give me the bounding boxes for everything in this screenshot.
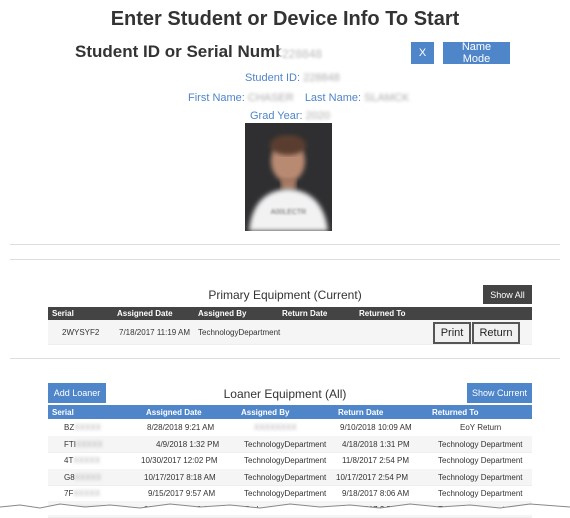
- serial-cell: 7F: [64, 488, 74, 498]
- returned-to-cell: Technology Department: [438, 456, 523, 465]
- divider: [10, 244, 560, 245]
- assigned-by-cell: TechnologyDepartment: [244, 472, 327, 482]
- return-button[interactable]: Return: [472, 322, 520, 344]
- primary-table-header: Serial Assigned Date Assigned By Return …: [48, 307, 532, 320]
- student-photo: A00LECTR: [245, 123, 332, 231]
- print-button[interactable]: Print: [433, 322, 471, 344]
- last-name-value: SLAMCK: [364, 92, 410, 104]
- table-row: 4T XXXXX 10/30/2017 12:02 PM TechnologyDe…: [48, 452, 532, 470]
- table-row: G8 XXXXX 10/17/2017 8:18 AM TechnologyDep…: [48, 469, 532, 486]
- serial-cell: FTI: [64, 439, 76, 449]
- assigned-date-cell: 4/9/2018 1:32 PM: [156, 439, 220, 449]
- return-date-cell: 9/10/2018 10:09 AM: [340, 423, 412, 432]
- grad-year-value: 2020: [305, 110, 331, 122]
- return-date-cell: 4/18/2018 1:31 PM: [342, 439, 410, 449]
- show-all-button[interactable]: Show All: [483, 285, 532, 304]
- assigned-by-cell: TechnologyDepartment: [244, 439, 327, 449]
- assigned-by-cell: XXXXXXXX: [254, 423, 297, 432]
- show-current-button[interactable]: Show Current: [467, 383, 532, 403]
- return-date-cell: 10/17/2017 2:54 PM: [336, 472, 409, 482]
- serial-cell: 2WYSYF2: [62, 327, 100, 337]
- serial-cell: BZ: [64, 423, 75, 432]
- grad-year-label: Grad Year:: [250, 110, 303, 122]
- divider: [10, 358, 560, 359]
- assigned-date-cell: 10/30/2017 12:02 PM: [141, 456, 218, 465]
- first-name-label: First Name:: [188, 92, 245, 104]
- assigned-by-cell: TechnologyDepartment: [244, 456, 327, 465]
- table-row: BZ XXXXX 8/28/2018 9:21 AM XXXXXXXX 9/10/…: [48, 419, 532, 437]
- col-assigned-date: Assigned Date: [117, 309, 173, 318]
- col-return-date: Return Date: [282, 309, 328, 318]
- assigned-date-cell: 7/18/2017 11:19 AM: [119, 327, 191, 337]
- grad-year-row: Grad Year: 2020: [250, 110, 330, 122]
- assigned-date-cell: 10/17/2017 8:18 AM: [144, 472, 216, 482]
- assigned-date-cell: 9/15/2017 9:57 AM: [148, 488, 216, 498]
- search-label: Student ID or Serial Number: [75, 42, 302, 61]
- loaner-table-header: Serial Assigned Date Assigned By Return …: [48, 405, 532, 419]
- table-row: 7F XXXXX 9/15/2017 9:57 AM TechnologyDepa…: [48, 485, 532, 502]
- col-assigned-date: Assigned Date: [146, 407, 202, 417]
- student-name-row: First Name: CHASER Last Name: SLAMCK: [188, 92, 409, 104]
- page-title: Enter Student or Device Info To Start: [110, 8, 460, 30]
- return-date-cell: 11/8/2017 2:54 PM: [342, 456, 410, 465]
- serial-cell: 4T: [64, 456, 74, 465]
- col-assigned-by: Assigned By: [198, 309, 247, 318]
- name-mode-button[interactable]: Name Mode: [443, 41, 510, 65]
- student-id-value: 228848: [303, 72, 340, 84]
- returned-to-cell: Technology Department: [438, 488, 523, 498]
- last-name-label: Last Name:: [304, 92, 362, 104]
- return-date-cell: 9/18/2017 8:06 AM: [342, 488, 410, 498]
- serial-cell: G8: [64, 472, 75, 482]
- col-returned-to: Returned To: [432, 407, 479, 417]
- col-assigned-by: Assigned By: [241, 407, 290, 417]
- clear-button[interactable]: X: [411, 42, 434, 64]
- assigned-by-cell: TechnologyDepartment: [198, 327, 281, 337]
- student-id-row: Student ID: 228848: [245, 72, 340, 84]
- student-id-label: Student ID:: [245, 72, 301, 84]
- first-name-value: CHASER: [247, 92, 294, 104]
- assigned-date-cell: 8/28/2018 9:21 AM: [147, 423, 215, 432]
- col-serial: Serial: [52, 309, 74, 318]
- torn-edge: [0, 503, 570, 515]
- assigned-by-cell: TechnologyDepartment: [244, 488, 327, 498]
- table-row: FTI XXXXX 4/9/2018 1:32 PM TechnologyDepa…: [48, 436, 532, 453]
- search-input[interactable]: [280, 43, 406, 65]
- col-serial: Serial: [52, 407, 74, 417]
- photo-tag: A00LECTR: [270, 209, 307, 216]
- returned-to-cell: Technology Department: [438, 472, 523, 482]
- divider: [10, 259, 560, 260]
- col-returned-to: Returned To: [359, 309, 406, 318]
- col-return-date: Return Date: [338, 407, 384, 417]
- returned-to-cell: Technology Department: [438, 439, 523, 449]
- returned-to-cell: EoY Return: [460, 423, 502, 432]
